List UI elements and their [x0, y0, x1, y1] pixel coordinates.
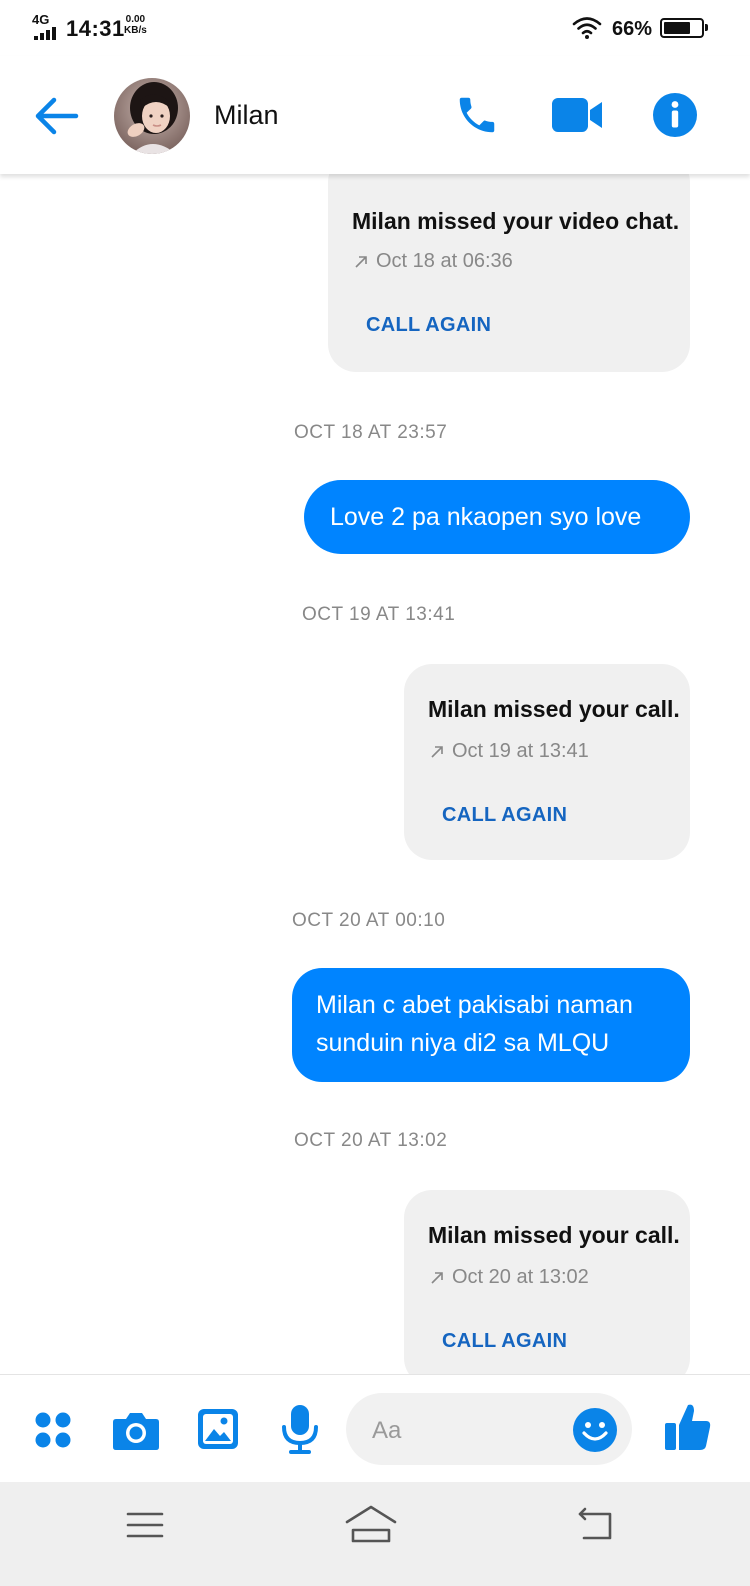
call-again-link[interactable]: CALL AGAIN [442, 1330, 567, 1353]
info-icon [653, 93, 697, 137]
timestamp-divider: OCT 20 AT 00:10 [292, 910, 446, 931]
phone-icon [459, 97, 495, 133]
sent-message-bubble[interactable]: Love 2 pa nkaopen syo love [304, 480, 690, 554]
call-card-title: Milan missed your call. [428, 1222, 680, 1248]
message-input-container[interactable] [346, 1393, 632, 1465]
signal-strength-icon [34, 27, 56, 40]
conversation-info-button[interactable] [652, 92, 698, 143]
like-button[interactable] [664, 1401, 712, 1458]
camera-icon [113, 1413, 159, 1450]
back-return-icon [578, 1507, 612, 1540]
message-text: Milan c abet pakisabi naman sunduin niya… [316, 991, 633, 1057]
home-icon [345, 1505, 397, 1543]
video-camera-icon [552, 98, 602, 132]
back-arrow-icon [35, 97, 79, 135]
network-speed: 0.00 KB/s [124, 14, 147, 36]
gallery-button[interactable] [196, 1407, 240, 1456]
network-speed-unit: KB/s [124, 25, 147, 36]
status-bar: 4G 14:31 0.00 KB/s 66% [0, 0, 750, 56]
apps-icon [35, 1412, 71, 1448]
missed-call-card: Milan missed your call. Oct 20 at 13:02 … [404, 1190, 690, 1374]
voice-call-button[interactable] [454, 92, 500, 143]
call-card-time: Oct 18 at 06:36 [354, 250, 513, 273]
missed-call-card: Milan missed your call. Oct 19 at 13:41 … [404, 664, 690, 860]
call-card-title: Milan missed your video chat. [352, 208, 680, 234]
message-input[interactable] [370, 1413, 564, 1449]
emoji-icon [573, 1408, 617, 1452]
battery-icon [660, 18, 708, 38]
system-navigation-bar [0, 1482, 750, 1586]
menu-nav-button[interactable] [126, 1510, 164, 1545]
voice-message-button[interactable] [280, 1403, 320, 1460]
battery-level [664, 22, 691, 34]
call-card-title: Milan missed your call. [428, 696, 680, 722]
timestamp-divider: OCT 19 AT 13:41 [302, 604, 456, 625]
contact-name[interactable]: Milan [214, 100, 279, 131]
network-speed-value: 0.00 [125, 14, 146, 25]
message-composer [0, 1374, 750, 1482]
menu-icon [126, 1512, 164, 1538]
camera-button[interactable] [112, 1409, 160, 1456]
outgoing-call-arrow-icon [431, 745, 443, 758]
network-type: 4G [32, 12, 50, 27]
timestamp-divider: OCT 18 AT 23:57 [294, 422, 448, 443]
call-card-time: Oct 19 at 13:41 [430, 740, 589, 763]
conversation-header: Milan [0, 56, 750, 174]
call-card-time-text: Oct 20 at 13:02 [452, 1266, 589, 1288]
back-nav-button[interactable] [576, 1506, 616, 1547]
microphone-icon [282, 1405, 318, 1454]
thumbs-up-icon [665, 1404, 711, 1450]
video-call-button[interactable] [550, 94, 604, 141]
call-again-link[interactable]: CALL AGAIN [442, 804, 567, 827]
message-text: Love 2 pa nkaopen syo love [330, 503, 642, 531]
contact-avatar[interactable] [114, 78, 190, 154]
home-nav-button[interactable] [344, 1504, 398, 1549]
timestamp-divider: OCT 20 AT 13:02 [294, 1130, 448, 1151]
call-card-time-text: Oct 18 at 06:36 [376, 250, 513, 272]
sent-message-bubble[interactable]: Milan c abet pakisabi naman sunduin niya… [292, 968, 690, 1082]
gallery-icon [198, 1409, 238, 1449]
missed-video-chat-card: Milan missed your video chat. Oct 18 at … [328, 174, 690, 372]
emoji-button[interactable] [572, 1407, 618, 1458]
outgoing-call-arrow-icon [355, 255, 367, 268]
back-button[interactable] [32, 94, 80, 143]
wifi-icon [572, 16, 602, 45]
outgoing-call-arrow-icon [431, 1271, 443, 1284]
battery-percentage: 66% [612, 18, 653, 40]
more-actions-button[interactable] [34, 1411, 72, 1454]
clock: 14:31 [66, 16, 125, 41]
call-again-link[interactable]: CALL AGAIN [366, 314, 491, 337]
call-card-time: Oct 20 at 13:02 [430, 1266, 589, 1289]
message-thread[interactable]: Milan missed your video chat. Oct 18 at … [0, 174, 750, 1374]
call-card-time-text: Oct 19 at 13:41 [452, 740, 589, 762]
avatar-photo [114, 78, 190, 154]
